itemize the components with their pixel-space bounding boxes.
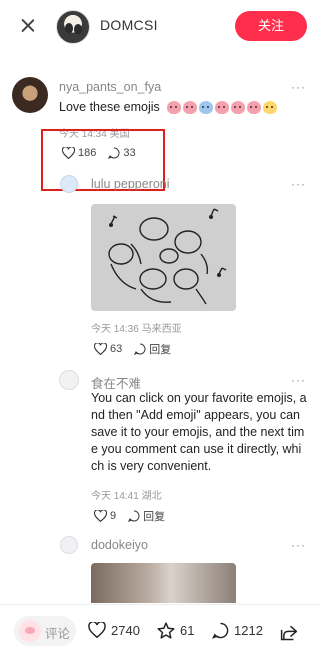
user-avatar	[19, 620, 41, 642]
post-like-count: 2740	[111, 622, 140, 638]
share-button[interactable]	[280, 624, 298, 646]
comment-username[interactable]: dodokeiyo	[91, 538, 148, 552]
cat-photo-image[interactable]	[91, 563, 236, 603]
comment-username[interactable]: lulu pepperoni	[91, 177, 170, 191]
comment-location: 马来西亚	[141, 324, 182, 335]
more-options-icon[interactable]: ···	[291, 177, 306, 191]
like-button[interactable]: 9	[94, 510, 116, 522]
comment-input[interactable]: 评论	[14, 616, 76, 646]
bottom-action-bar: 评论 2740 61 1212	[0, 604, 320, 657]
comment-meta: 今天 14:36 马来西亚	[91, 320, 182, 335]
pig-emoji-icon	[167, 101, 182, 115]
reply-label: 回复	[143, 511, 166, 523]
author-name[interactable]: DOMCSI	[100, 17, 158, 33]
pig-doodle-illustration	[108, 208, 227, 305]
chat-bubble-icon	[212, 622, 229, 639]
avatar-figure-right	[74, 24, 82, 34]
reply-label: 回复	[149, 344, 172, 356]
star-icon	[157, 622, 175, 639]
comments-button[interactable]: 1212	[212, 622, 263, 639]
post-favorite-count: 61	[180, 623, 195, 638]
header-bar: DOMCSI 关注	[0, 0, 320, 54]
emoji-strip	[167, 101, 279, 115]
close-icon[interactable]	[18, 16, 38, 36]
comment-avatar[interactable]	[12, 77, 48, 113]
pig-emoji-icon	[263, 101, 278, 115]
comment-text: Love these emojis	[59, 99, 299, 116]
comment-actions: 63 回复	[94, 341, 183, 357]
heart-icon	[88, 622, 106, 638]
reply-avatar[interactable]	[60, 175, 78, 193]
more-options-icon[interactable]: ···	[291, 80, 306, 94]
comment-username[interactable]: nya_pants_on_fya	[59, 80, 161, 94]
reply-avatar[interactable]	[60, 536, 78, 554]
more-options-icon[interactable]: ···	[291, 538, 306, 552]
reply-button[interactable]: 回复	[134, 341, 171, 357]
comment-placeholder: 评论	[45, 627, 71, 641]
heart-icon	[94, 343, 107, 355]
chat-bubble-icon	[134, 343, 146, 355]
comment-meta: 今天 14:41 湖北	[91, 487, 162, 502]
like-count: 63	[110, 343, 123, 355]
comment-time: 今天 14:41	[91, 491, 139, 502]
heart-icon	[94, 510, 107, 522]
comment-text-body: Love these emojis	[59, 100, 160, 114]
avatar-figure-left	[65, 23, 73, 33]
like-count: 9	[110, 510, 117, 522]
reply-button[interactable]: 回复	[128, 508, 165, 524]
pig-emoji-icon	[215, 101, 230, 115]
share-icon	[280, 625, 298, 641]
more-options-icon[interactable]: ···	[291, 373, 306, 387]
post-comment-count: 1212	[234, 623, 263, 638]
comment-time: 今天 14:36	[91, 324, 139, 335]
pig-emoji-icon	[231, 101, 246, 115]
pig-sticker-image[interactable]	[91, 204, 236, 311]
like-post-button[interactable]: 2740	[88, 622, 140, 638]
comment-text: You can click on your favorite emojis, a…	[91, 391, 307, 473]
reply-avatar[interactable]	[59, 370, 79, 390]
author-avatar[interactable]	[56, 10, 90, 44]
favorite-post-button[interactable]: 61	[157, 622, 194, 639]
comment-actions: 9 回复	[94, 508, 177, 524]
chat-bubble-icon	[128, 510, 140, 522]
follow-button[interactable]: 关注	[235, 11, 307, 41]
like-button[interactable]: 63	[94, 343, 122, 355]
pig-emoji-icon	[247, 101, 262, 115]
pig-emoji-icon	[183, 101, 198, 115]
comment-location: 湖北	[141, 491, 162, 502]
pig-emoji-icon	[199, 101, 214, 115]
